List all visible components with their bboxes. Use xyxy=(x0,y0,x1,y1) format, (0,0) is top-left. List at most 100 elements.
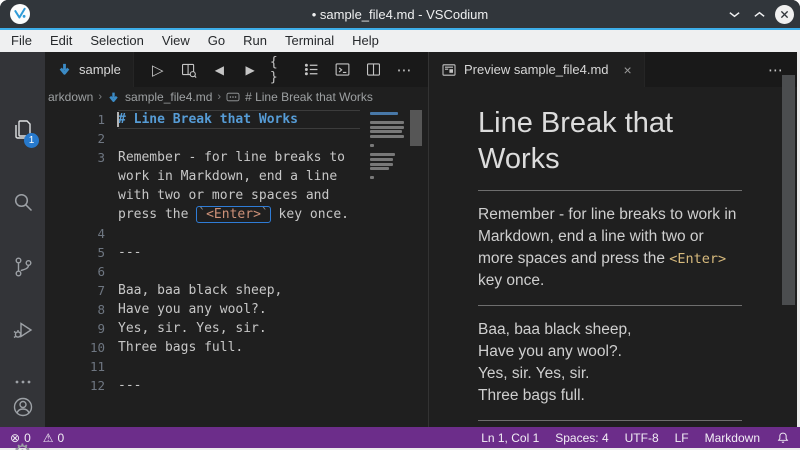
line-text[interactable]: --- xyxy=(118,243,360,262)
line-number xyxy=(45,167,105,186)
symbol-string-icon xyxy=(226,91,240,103)
line-number xyxy=(45,186,105,205)
preview-paragraph-line: more spaces and press the <Enter> xyxy=(478,248,742,270)
menu-item-help[interactable]: Help xyxy=(343,30,388,52)
menu-bar: FileEditSelectionViewGoRunTerminalHelp xyxy=(0,30,800,52)
line-text[interactable]: work in Markdown, end a line xyxy=(118,167,360,186)
run-icon[interactable]: ▷ xyxy=(147,59,169,81)
forward-icon[interactable]: ▶ xyxy=(239,59,261,81)
menu-item-go[interactable]: Go xyxy=(199,30,234,52)
menu-item-terminal[interactable]: Terminal xyxy=(276,30,343,52)
editor-line[interactable]: 5--- xyxy=(45,243,428,262)
close-tab-icon[interactable]: × xyxy=(624,62,632,78)
preview-verse: Baa, baa black sheep,Have you any wool?.… xyxy=(478,319,742,407)
editor-line[interactable]: 9 Yes, sir. Yes, sir. xyxy=(45,319,428,338)
minimap-line xyxy=(370,135,404,138)
breadcrumb-separator: › xyxy=(98,91,102,103)
line-number: 7 xyxy=(45,281,105,300)
editor-line[interactable]: 12 --- xyxy=(45,376,428,395)
tab-preview[interactable]: Preview sample_file4.md × xyxy=(429,52,645,87)
menu-item-edit[interactable]: Edit xyxy=(41,30,81,52)
activity-bar: 1 ⚙ xyxy=(0,52,45,427)
settings-gear-icon[interactable]: ⚙ xyxy=(0,434,45,450)
editor-toolbar: ▷ ◀ ▶ { } ⋯ xyxy=(134,52,428,87)
minimap-line xyxy=(370,163,393,166)
line-text[interactable]: Three bags full. xyxy=(118,338,360,357)
editor-line[interactable]: 7 Baa, baa black sheep, xyxy=(45,281,428,300)
split-editor-icon[interactable] xyxy=(362,59,384,81)
run-debug-icon[interactable] xyxy=(0,313,45,347)
editor-line[interactable]: 6 xyxy=(45,262,428,281)
editor[interactable]: 1# Line Break that Works23Remember - for… xyxy=(45,107,428,427)
outline-list-icon[interactable] xyxy=(301,59,323,81)
minimap[interactable] xyxy=(370,112,404,181)
preview-scrollbar-thumb[interactable] xyxy=(782,75,795,305)
maximize-icon[interactable] xyxy=(750,5,769,24)
preview-verse-line: Baa, baa black sheep, xyxy=(478,319,742,341)
title-bar[interactable]: • sample_file4.md - VSCodium xyxy=(0,0,800,28)
line-text[interactable] xyxy=(118,262,360,281)
terminal-icon[interactable] xyxy=(332,59,354,81)
editor-line[interactable]: with two or more spaces and xyxy=(45,186,428,205)
breadcrumb-folder[interactable]: arkdown xyxy=(48,90,93,104)
preview-heading: Line Break that Works xyxy=(478,105,742,177)
close-icon[interactable] xyxy=(775,5,794,24)
breadcrumb[interactable]: arkdown › sample_file4.md › # Line Break… xyxy=(45,87,428,107)
menu-item-run[interactable]: Run xyxy=(234,30,276,52)
line-text[interactable]: Have you any wool?. xyxy=(118,300,360,319)
braces-icon[interactable]: { } xyxy=(270,59,292,81)
menu-item-selection[interactable]: Selection xyxy=(81,30,152,52)
breadcrumb-file[interactable]: sample_file4.md xyxy=(125,90,212,104)
editor-scrollbar-thumb[interactable] xyxy=(410,110,422,146)
line-text[interactable]: Remember - for line breaks to xyxy=(118,148,360,167)
back-icon[interactable]: ◀ xyxy=(208,59,230,81)
account-icon[interactable] xyxy=(0,390,45,424)
more-actions-icon[interactable]: ⋯ xyxy=(393,59,415,81)
minimap-line xyxy=(370,176,374,179)
files-icon[interactable]: 1 xyxy=(0,112,45,146)
line-number: 1 xyxy=(45,110,105,129)
preview-tab-label: Preview sample_file4.md xyxy=(464,62,609,77)
minimap-line xyxy=(370,126,404,129)
editor-line[interactable]: 10Three bags full. xyxy=(45,338,428,357)
minimap-line xyxy=(370,144,374,147)
text-cursor xyxy=(117,112,119,127)
line-text[interactable] xyxy=(118,224,360,243)
tab-sample-file[interactable]: sample xyxy=(45,52,134,87)
line-text[interactable]: Yes, sir. Yes, sir. xyxy=(118,319,360,338)
inline-code: <Enter> xyxy=(669,251,726,267)
editor-line[interactable]: press the `<Enter>` key once. xyxy=(45,205,428,224)
editor-line[interactable]: 11 xyxy=(45,357,428,376)
line-text[interactable] xyxy=(118,357,360,376)
vscodium-window: • sample_file4.md - VSCodium FileEditSel… xyxy=(0,0,800,450)
line-text[interactable]: Baa, baa black sheep, xyxy=(118,281,360,300)
line-text[interactable] xyxy=(118,129,360,148)
editor-group: sample ▷ ◀ ▶ { } xyxy=(45,52,428,427)
breadcrumb-symbol[interactable]: # Line Break that Works xyxy=(245,90,373,104)
line-text[interactable]: with two or more spaces and xyxy=(118,186,360,205)
inline-code-highlight: `<Enter>` xyxy=(196,206,270,223)
menu-item-file[interactable]: File xyxy=(2,30,41,52)
editor-line[interactable]: 8Have you any wool?. xyxy=(45,300,428,319)
editor-line[interactable]: 4 xyxy=(45,224,428,243)
line-number xyxy=(45,205,105,224)
preview-panel: Preview sample_file4.md × ⋯ Line Break t… xyxy=(428,52,797,427)
line-text[interactable]: # Line Break that Works xyxy=(118,110,360,129)
search-icon[interactable] xyxy=(0,185,45,219)
minimize-icon[interactable] xyxy=(725,5,744,24)
markdown-preview[interactable]: Line Break that Works Remember - for lin… xyxy=(429,87,797,434)
line-number: 12 xyxy=(45,376,105,395)
preview-paragraph-line: key once. xyxy=(478,270,742,292)
menu-item-view[interactable]: View xyxy=(153,30,199,52)
horizontal-rule xyxy=(478,420,742,421)
vscodium-logo-icon xyxy=(10,4,30,24)
line-number: 9 xyxy=(45,319,105,338)
preview-paragraph-line: Remember - for line breaks to work in xyxy=(478,204,742,226)
line-number: 3 xyxy=(45,148,105,167)
source-control-icon[interactable] xyxy=(0,250,45,284)
status-warnings[interactable]: ⚠0 xyxy=(43,431,64,445)
open-preview-icon[interactable] xyxy=(178,59,200,81)
line-text[interactable]: --- xyxy=(118,376,360,395)
minimap-line xyxy=(370,167,389,170)
line-text[interactable]: press the `<Enter>` key once. xyxy=(118,205,360,224)
